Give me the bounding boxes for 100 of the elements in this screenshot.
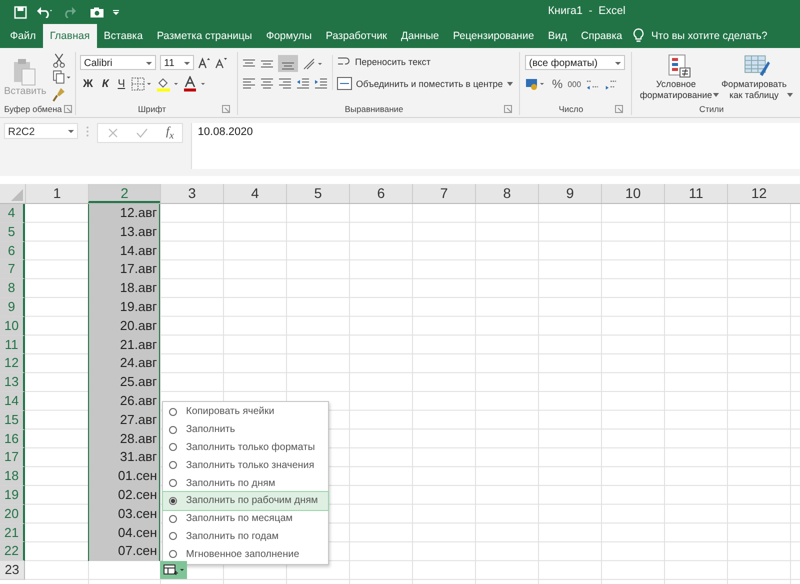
tell-me-field[interactable]: Что вы хотите сделать?	[651, 25, 768, 48]
ribbon-tab[interactable]: Вид	[541, 25, 574, 48]
italic-button[interactable]: К	[98, 78, 112, 90]
row-header[interactable]: 16	[0, 430, 25, 448]
radio-button[interactable]	[169, 479, 177, 488]
column-header[interactable]: 6	[349, 184, 412, 203]
ribbon-tab[interactable]: Данные	[394, 25, 446, 48]
ribbon-tab[interactable]: Файл	[3, 25, 43, 48]
percent-button[interactable]: %	[552, 77, 563, 91]
row-header[interactable]: 8	[0, 279, 25, 298]
insert-function-button[interactable]: f$_{x}$	[166, 124, 174, 142]
row-header[interactable]: 19	[0, 486, 25, 505]
menu-item[interactable]: Заполнить только форматы	[163, 438, 328, 456]
column-header[interactable]: 2	[88, 184, 160, 203]
row-header[interactable]: 5	[0, 222, 25, 242]
column-header[interactable]: 10	[601, 184, 664, 203]
align-center-icon[interactable]	[260, 77, 274, 89]
column-header[interactable]: 12	[727, 184, 790, 203]
menu-item[interactable]: Заполнить по дням	[163, 474, 328, 492]
column-header[interactable]: 9	[538, 184, 601, 203]
row-header[interactable]: 14	[0, 392, 25, 411]
fill-color-icon[interactable]	[156, 76, 180, 92]
column-header[interactable]: 7	[412, 184, 475, 203]
font-color-icon[interactable]	[183, 76, 208, 92]
font-name-field[interactable]: Calibri	[80, 55, 156, 70]
save-icon[interactable]	[14, 6, 27, 18]
clipboard-icon[interactable]	[12, 58, 38, 86]
row-header[interactable]: 15	[0, 410, 25, 430]
copy-icon[interactable]	[52, 70, 72, 85]
lightbulb-icon[interactable]	[633, 28, 644, 43]
grow-font-icon[interactable]	[198, 56, 211, 68]
row-header[interactable]: 11	[0, 336, 25, 354]
ribbon-tab[interactable]: Вставка	[96, 25, 150, 48]
row-header[interactable]: 20	[0, 504, 25, 524]
row-header[interactable]: 22	[0, 542, 25, 562]
radio-button[interactable]	[169, 443, 177, 452]
camera-icon[interactable]	[90, 6, 104, 18]
align-right-icon[interactable]	[278, 77, 292, 89]
borders-icon[interactable]	[131, 77, 154, 91]
ribbon-tab[interactable]: Главная	[42, 24, 97, 48]
shrink-font-icon[interactable]	[215, 56, 228, 68]
menu-item[interactable]: Заполнить только значения	[163, 456, 328, 474]
formula-input[interactable]: 10.08.2020	[190, 123, 800, 169]
column-header[interactable]: 3	[160, 184, 223, 203]
undo-icon[interactable]	[36, 6, 54, 18]
menu-item[interactable]: Мгновенное заполнение	[163, 545, 328, 564]
customize-caret-icon[interactable]	[113, 10, 119, 14]
radio-button[interactable]	[169, 461, 177, 470]
align-middle-icon[interactable]	[260, 58, 274, 70]
row-header[interactable]: 12	[0, 354, 25, 374]
menu-item[interactable]: Копировать ячейки	[163, 403, 328, 421]
bold-button[interactable]: Ж	[80, 78, 96, 90]
row-header[interactable]: 21	[0, 524, 25, 542]
caret-icon[interactable]	[506, 82, 513, 86]
row-header[interactable]: 7	[0, 260, 25, 280]
format-as-table-button[interactable]: Форматировать как таблицу	[721, 79, 787, 101]
currency-icon[interactable]	[525, 77, 547, 91]
ribbon-tab[interactable]: Разработчик	[318, 25, 394, 48]
align-bottom-icon[interactable]	[278, 55, 298, 72]
caret-icon[interactable]	[787, 93, 793, 97]
font-size-field[interactable]: 11	[160, 55, 194, 70]
row-header[interactable]: 23	[0, 561, 25, 580]
row-header[interactable]: 17	[0, 448, 25, 468]
dialog-launcher-icon[interactable]	[222, 105, 230, 113]
caret-icon[interactable]	[713, 93, 719, 97]
radio-button[interactable]	[169, 514, 177, 523]
column-header[interactable]: 4	[223, 184, 286, 203]
increase-indent-icon[interactable]	[314, 77, 328, 89]
conditional-formatting-button[interactable]: Условное форматирование	[639, 79, 713, 101]
align-top-icon[interactable]	[242, 58, 256, 70]
radio-button[interactable]	[169, 532, 177, 540]
radio-button[interactable]	[169, 550, 177, 558]
orientation-icon[interactable]	[302, 56, 324, 70]
dialog-launcher-icon[interactable]	[504, 105, 512, 113]
column-header[interactable]: 11	[664, 184, 727, 203]
align-left-icon[interactable]	[242, 77, 256, 89]
menu-item[interactable]: Заполнить по годам	[163, 528, 328, 546]
column-header[interactable]: 5	[286, 184, 349, 203]
merge-center-button[interactable]: Объединить и поместить в центре	[356, 78, 503, 88]
row-header[interactable]: 6	[0, 242, 25, 260]
radio-button[interactable]	[169, 426, 177, 434]
format-painter-icon[interactable]	[52, 87, 66, 102]
ribbon-tab[interactable]: Рецензирование	[446, 25, 542, 48]
row-header[interactable]: 18	[0, 467, 25, 486]
wrap-text-button[interactable]: Переносить текст	[355, 56, 431, 66]
thousands-button[interactable]: 000	[568, 80, 582, 88]
row-header[interactable]: 10	[0, 316, 25, 336]
ribbon-tab[interactable]: Формулы	[259, 25, 319, 48]
ribbon-tab[interactable]: Справка	[574, 25, 630, 48]
column-header[interactable]: 8	[475, 184, 538, 203]
number-format-field[interactable]: (все форматы)	[525, 55, 625, 70]
underline-button[interactable]: Ч	[114, 78, 128, 90]
dialog-launcher-icon[interactable]	[615, 105, 623, 113]
radio-button[interactable]	[169, 496, 177, 505]
decrease-indent-icon[interactable]	[296, 77, 310, 89]
enter-checkmark-icon[interactable]	[136, 128, 148, 138]
menu-item[interactable]: Заполнить	[163, 420, 328, 439]
row-header[interactable]: 13	[0, 373, 25, 392]
menu-item[interactable]: Заполнить по месяцам	[163, 510, 328, 528]
scissors-icon[interactable]	[52, 53, 66, 68]
